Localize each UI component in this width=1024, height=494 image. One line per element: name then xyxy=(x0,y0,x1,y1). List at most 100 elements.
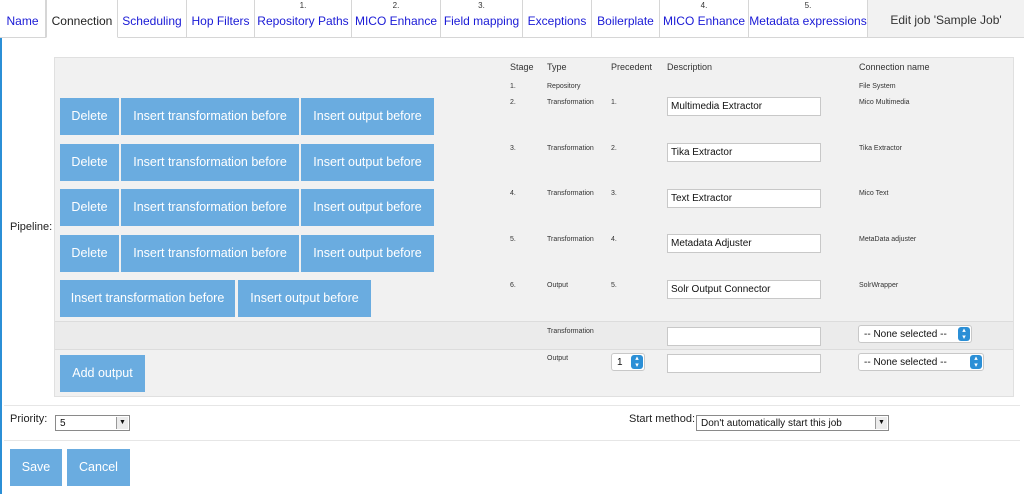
row-connection: File System xyxy=(859,83,896,90)
tab-seq: 3. xyxy=(478,1,485,10)
row-connection: SolrWrapper xyxy=(859,282,899,289)
select-value: 5 xyxy=(60,418,66,429)
row-connection: Mico Text xyxy=(859,190,889,197)
description-input[interactable]: Multimedia Extractor xyxy=(667,97,821,116)
row-connection: MetaData adjuster xyxy=(859,236,917,243)
header-precedent: Precedent xyxy=(611,62,653,72)
row-stage: 1. xyxy=(510,83,516,90)
new-transformation-type: Transformation xyxy=(547,328,594,335)
start-method-select[interactable]: Don't automatically start this job ▼ xyxy=(696,415,889,431)
delete-button[interactable]: Delete xyxy=(60,144,119,181)
header-connection-name: Connection name xyxy=(859,62,930,72)
row-connection: Tika Extractor xyxy=(859,145,902,152)
add-output-button[interactable]: Add output xyxy=(60,355,145,392)
row-connection: Mico Multimedia xyxy=(859,99,910,106)
new-output-connection-select[interactable]: -- None selected -- ▴ ▾ xyxy=(858,353,984,371)
new-output-description-input[interactable] xyxy=(667,354,821,373)
row-divider xyxy=(55,349,1013,350)
tab-mico-enhance-2[interactable]: 4. MICO Enhance xyxy=(660,0,749,38)
tab-seq: 1. xyxy=(299,1,307,10)
tab-label: Field mapping xyxy=(443,14,520,28)
priority-select[interactable]: 5 ▼ xyxy=(55,415,130,431)
tab-scheduling[interactable]: Scheduling xyxy=(118,0,187,38)
insert-transformation-before-button[interactable]: Insert transformation before xyxy=(121,189,299,226)
tab-bar: Name Connection Scheduling Hop Filters 1… xyxy=(0,0,1024,38)
select-value: -- None selected -- xyxy=(864,357,947,368)
row-type: Transformation xyxy=(547,145,594,152)
tab-field-mapping[interactable]: 3. Field mapping xyxy=(441,0,523,38)
tab-exceptions[interactable]: Exceptions xyxy=(523,0,592,38)
insert-output-before-button[interactable]: Insert output before xyxy=(301,98,434,135)
new-transformation-connection-select[interactable]: -- None selected -- ▴ ▾ xyxy=(858,325,972,343)
row-precedent: 4. xyxy=(611,236,617,243)
row-stage: 3. xyxy=(510,145,516,152)
description-input[interactable]: Tika Extractor xyxy=(667,143,821,162)
row-precedent: 2. xyxy=(611,145,617,152)
row-stage: 6. xyxy=(510,282,516,289)
tab-name[interactable]: Name xyxy=(0,0,46,38)
start-method-label: Start method: xyxy=(629,413,696,425)
tab-seq: 4. xyxy=(700,1,708,10)
select-value: Don't automatically start this job xyxy=(701,418,842,429)
description-input[interactable]: Text Extractor xyxy=(667,189,821,208)
tab-label: MICO Enhance xyxy=(354,14,438,28)
delete-button[interactable]: Delete xyxy=(60,189,119,226)
delete-button[interactable]: Delete xyxy=(60,98,119,135)
select-value: -- None selected -- xyxy=(864,329,947,340)
chevron-updown-icon: ▴ ▾ xyxy=(970,355,982,369)
tab-hop-filters[interactable]: Hop Filters xyxy=(187,0,255,38)
row-type: Output xyxy=(547,282,569,289)
description-input[interactable]: Metadata Adjuster xyxy=(667,234,821,253)
tab-label: MICO Enhance xyxy=(662,14,746,28)
tab-metadata-expressions[interactable]: 5. Metadata expressions xyxy=(749,0,868,38)
tab-seq: 2. xyxy=(392,1,400,10)
tab-label: Exceptions xyxy=(527,14,587,28)
tab-label: Name xyxy=(6,14,39,28)
tab-label: Repository Paths xyxy=(257,14,349,28)
insert-transformation-before-button[interactable]: Insert transformation before xyxy=(60,280,235,317)
tab-seq: 5. xyxy=(804,1,812,10)
description-input[interactable]: Solr Output Connector xyxy=(667,280,821,299)
chevron-down-icon: ▼ xyxy=(116,417,128,429)
new-output-precedent-select[interactable]: 1 ▴ ▾ xyxy=(611,353,645,371)
tab-label: Scheduling xyxy=(122,14,182,28)
insert-output-before-button[interactable]: Insert output before xyxy=(238,280,371,317)
insert-transformation-before-button[interactable]: Insert transformation before xyxy=(121,144,299,181)
save-button[interactable]: Save xyxy=(10,449,62,486)
new-output-type: Output xyxy=(547,355,569,362)
cancel-button[interactable]: Cancel xyxy=(67,449,130,486)
header-description: Description xyxy=(667,62,713,72)
row-precedent: 5. xyxy=(611,282,617,289)
select-value: 1 xyxy=(617,357,623,368)
chevron-down-icon: ▼ xyxy=(875,417,887,429)
tab-connection[interactable]: Connection xyxy=(46,0,118,38)
header-type: Type xyxy=(547,62,567,72)
row-precedent: 1. xyxy=(611,99,617,106)
priority-label: Priority: xyxy=(10,413,48,425)
delete-button[interactable]: Delete xyxy=(60,235,119,272)
divider xyxy=(4,440,1020,441)
tab-mico-enhance-1[interactable]: 2. MICO Enhance xyxy=(352,0,441,38)
new-transformation-description-input[interactable] xyxy=(667,327,821,346)
row-stage: 2. xyxy=(510,99,516,106)
insert-output-before-button[interactable]: Insert output before xyxy=(301,235,434,272)
tab-label: Boilerplate xyxy=(597,14,654,28)
insert-transformation-before-button[interactable]: Insert transformation before xyxy=(121,98,299,135)
insert-transformation-before-button[interactable]: Insert transformation before xyxy=(121,235,299,272)
row-stage: 5. xyxy=(510,236,516,243)
divider xyxy=(4,405,1020,406)
tab-label: Connection xyxy=(51,14,113,28)
pipeline-label: Pipeline: xyxy=(10,221,53,233)
tab-label: Metadata expressions xyxy=(749,14,867,28)
row-type: Repository xyxy=(547,83,581,90)
tab-repository-paths[interactable]: 1. Repository Paths xyxy=(255,0,352,38)
tab-label: Hop Filters xyxy=(191,14,250,28)
row-type: Transformation xyxy=(547,99,594,106)
insert-output-before-button[interactable]: Insert output before xyxy=(301,144,434,181)
insert-output-before-button[interactable]: Insert output before xyxy=(301,189,434,226)
chevron-updown-icon: ▴ ▾ xyxy=(631,355,643,369)
chevron-updown-icon: ▴ ▾ xyxy=(958,327,970,341)
row-type: Transformation xyxy=(547,190,594,197)
row-type: Transformation xyxy=(547,236,594,243)
tab-boilerplate[interactable]: Boilerplate xyxy=(592,0,660,38)
